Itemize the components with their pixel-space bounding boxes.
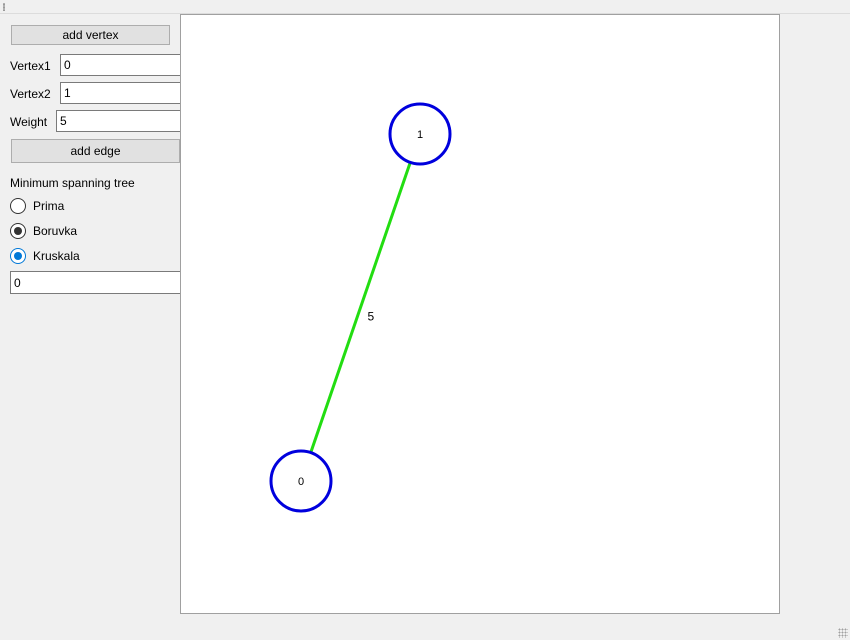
radio-dot-icon bbox=[14, 252, 22, 260]
radio-circle-icon[interactable] bbox=[10, 198, 26, 214]
vertex1-label: Vertex1 bbox=[10, 59, 51, 73]
vertex-label: 0 bbox=[298, 476, 304, 488]
add-edge-button[interactable]: add edge bbox=[11, 139, 180, 163]
mst-label: Minimum spanning tree bbox=[10, 176, 135, 190]
add-vertex-button[interactable]: add vertex bbox=[11, 25, 170, 45]
radio-option-prima[interactable]: Prima bbox=[10, 197, 64, 215]
edge-weight-label: 5 bbox=[368, 310, 375, 324]
graph-drawing: 5 0 1 bbox=[269, 102, 452, 513]
vertex2-label: Vertex2 bbox=[10, 87, 51, 101]
vertex2-input[interactable] bbox=[60, 82, 190, 104]
result-field[interactable] bbox=[10, 271, 190, 294]
radio-option-kruskala[interactable]: Kruskala bbox=[10, 247, 80, 265]
graph-canvas[interactable]: 5 0 1 bbox=[180, 14, 780, 614]
radio-dot-icon bbox=[14, 227, 22, 235]
radio-circle-icon[interactable] bbox=[10, 248, 26, 264]
radio-option-boruvka[interactable]: Boruvka bbox=[10, 222, 77, 240]
radio-label: Boruvka bbox=[33, 224, 78, 238]
weight-input[interactable] bbox=[56, 110, 190, 132]
weight-label: Weight bbox=[10, 115, 48, 129]
vertex-label: 1 bbox=[417, 129, 423, 141]
vertex1-input[interactable] bbox=[60, 54, 190, 76]
drag-grip-icon[interactable] bbox=[3, 3, 5, 11]
resize-grip-icon[interactable] bbox=[838, 628, 848, 638]
radio-label: Prima bbox=[33, 199, 65, 213]
radio-circle-icon[interactable] bbox=[10, 223, 26, 239]
radio-label: Kruskala bbox=[33, 249, 80, 263]
graph-edge[interactable] bbox=[299, 133, 422, 482]
window-top-bar bbox=[0, 0, 850, 14]
